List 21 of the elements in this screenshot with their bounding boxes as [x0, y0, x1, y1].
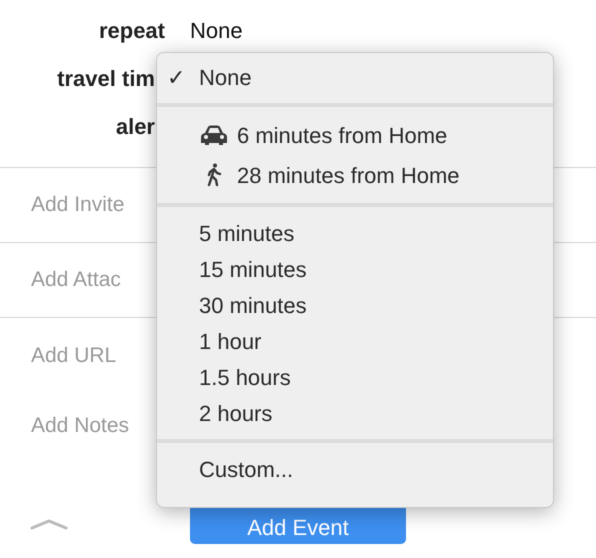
- chevron-up-icon[interactable]: [30, 518, 68, 530]
- menu-item[interactable]: 15 minutes: [157, 251, 553, 287]
- menu-item[interactable]: 6 minutes from Home: [157, 115, 553, 155]
- menu-item[interactable]: 5 minutes: [157, 215, 553, 251]
- field-label: aler: [116, 112, 156, 140]
- menu-item[interactable]: 2 hours: [157, 395, 553, 431]
- car-icon: [199, 124, 229, 146]
- text-field[interactable]: Add Notes: [31, 410, 157, 442]
- text-field[interactable]: Add Attac: [31, 264, 157, 296]
- field-value: None: [190, 16, 243, 44]
- menu-item[interactable]: 30 minutes: [157, 287, 553, 323]
- field-label: travel tim: [57, 64, 156, 92]
- menu-item[interactable]: 1.5 hours: [157, 359, 553, 395]
- text-field[interactable]: Add URL: [31, 340, 157, 372]
- text-field[interactable]: Add Invite: [31, 189, 157, 221]
- menu-item[interactable]: 1 hour: [157, 323, 553, 359]
- field-label: repeat: [98, 16, 165, 45]
- checkmark-icon: ✓: [167, 60, 185, 94]
- menu-item[interactable]: 28 minutes from Home: [157, 155, 553, 195]
- menu-item[interactable]: ✓ None: [157, 59, 553, 95]
- menu-item[interactable]: Custom...: [157, 451, 553, 487]
